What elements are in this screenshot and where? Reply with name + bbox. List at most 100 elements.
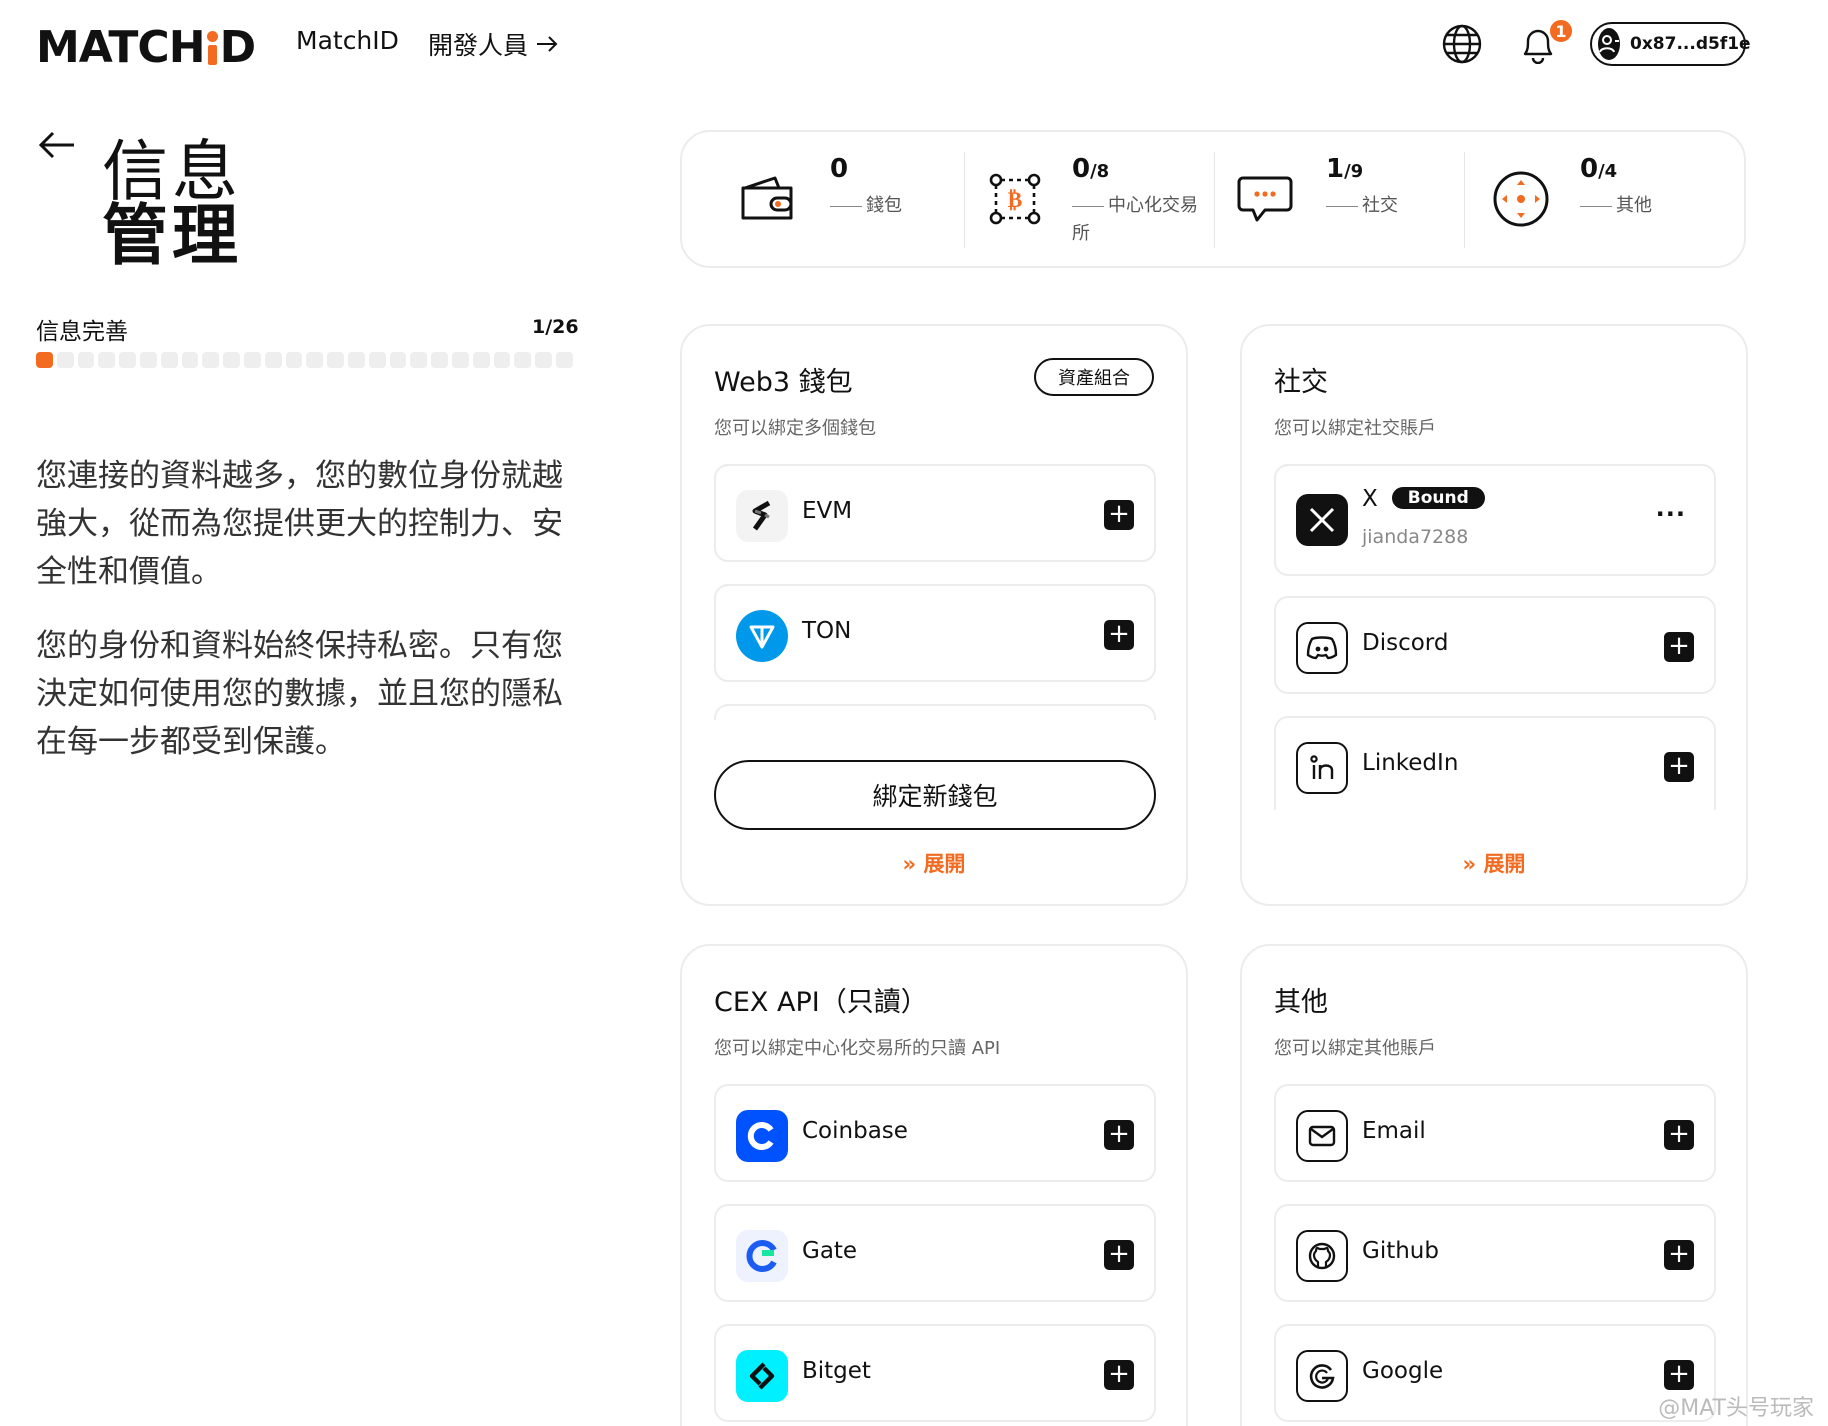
cex-name-coinbase: Coinbase bbox=[802, 1118, 908, 1144]
cex-row-gate[interactable]: Gate + bbox=[714, 1204, 1156, 1302]
add-bitget-button[interactable]: + bbox=[1104, 1360, 1134, 1390]
other-row-github[interactable]: Github + bbox=[1274, 1204, 1716, 1302]
logo-i-dot bbox=[206, 30, 218, 65]
add-discord-button[interactable]: + bbox=[1664, 632, 1694, 662]
chevron-double-down-icon: » bbox=[1462, 852, 1477, 876]
progress-segment bbox=[410, 352, 428, 368]
progress-segment bbox=[555, 352, 573, 368]
add-google-button[interactable]: + bbox=[1664, 1360, 1694, 1390]
progress-segment bbox=[202, 352, 220, 368]
add-email-button[interactable]: + bbox=[1664, 1120, 1694, 1150]
description-1: 您連接的資料越多，您的數位身份就越強大，從而為您提供更大的控制力、安全性和價值。 bbox=[36, 458, 563, 590]
coinbase-icon bbox=[736, 1110, 788, 1162]
social-expand-button[interactable]: » 展開 bbox=[1242, 848, 1746, 878]
web3-title: Web3 錢包 bbox=[714, 367, 853, 398]
progress-segment bbox=[514, 352, 532, 368]
web3-wallet-card: Web3 錢包 資產組合 您可以綁定多個錢包 EVM + TON + 綁定新錢包… bbox=[680, 324, 1188, 906]
progress-segment bbox=[56, 352, 74, 368]
chevron-double-down-icon: » bbox=[902, 852, 917, 876]
add-gate-button[interactable]: + bbox=[1104, 1240, 1134, 1270]
progress-segment bbox=[493, 352, 511, 368]
add-coinbase-button[interactable]: + bbox=[1104, 1120, 1134, 1150]
social-row-linkedin[interactable]: LinkedIn + bbox=[1274, 716, 1716, 810]
progress-segment bbox=[431, 352, 448, 368]
stats-panel: 0 錢包 ₿ 0/8 中心化交易所 1/9 社交 0/4 其他 bbox=[680, 130, 1746, 268]
notification-badge: 1 bbox=[1548, 18, 1574, 44]
bound-badge: Bound bbox=[1391, 487, 1485, 509]
progress-segment bbox=[389, 352, 407, 368]
social-expand-label: 展開 bbox=[1483, 852, 1526, 876]
other-row-email[interactable]: Email + bbox=[1274, 1084, 1716, 1182]
progress-segment bbox=[181, 352, 199, 368]
cex-row-coinbase[interactable]: Coinbase + bbox=[714, 1084, 1156, 1182]
cex-subtitle: 您可以綁定中心化交易所的只讀 API bbox=[714, 1038, 1001, 1059]
nav-developers[interactable]: 開發人員 bbox=[428, 26, 558, 62]
cex-name-gate: Gate bbox=[802, 1238, 858, 1264]
progress-segment bbox=[327, 352, 344, 368]
account-button[interactable]: 0x87...d5f1e bbox=[1590, 22, 1751, 66]
other-row-google[interactable]: Google + bbox=[1274, 1324, 1716, 1422]
description-2: 您的身份和資料始終保持私密。只有您決定如何使用您的數據，並且您的隱私在每一步都受… bbox=[36, 628, 563, 760]
social-subtitle: 您可以綁定社交賬戶 bbox=[1274, 418, 1436, 439]
move-icon bbox=[1488, 168, 1554, 230]
cex-name-bitget: Bitget bbox=[802, 1358, 871, 1384]
add-evm-button[interactable]: + bbox=[1104, 500, 1134, 530]
google-icon bbox=[1296, 1350, 1348, 1402]
stat-exchanges-num: 0 bbox=[1072, 154, 1091, 184]
other-subtitle: 您可以綁定其他賬戶 bbox=[1274, 1038, 1436, 1059]
wallet-icon bbox=[734, 168, 800, 230]
chat-icon bbox=[1232, 168, 1298, 230]
back-button[interactable] bbox=[38, 130, 76, 164]
progress-segment bbox=[243, 352, 261, 368]
progress-segment bbox=[451, 352, 469, 368]
cex-title: CEX API（只讀） bbox=[714, 987, 928, 1018]
arrow-left-icon bbox=[38, 131, 74, 159]
more-options-icon[interactable]: ··· bbox=[1656, 500, 1686, 528]
language-button[interactable] bbox=[1440, 22, 1484, 66]
social-name-discord: Discord bbox=[1362, 630, 1449, 656]
other-name-google: Google bbox=[1362, 1358, 1444, 1384]
page-title-line2: 管理 bbox=[102, 197, 242, 274]
stat-wallets[interactable]: 0 錢包 bbox=[734, 132, 964, 266]
other-name-email: Email bbox=[1362, 1118, 1426, 1144]
progress-bar bbox=[36, 352, 573, 368]
progress-segment bbox=[119, 352, 136, 368]
stat-wallets-label: 錢包 bbox=[830, 192, 902, 220]
add-linkedin-button[interactable]: + bbox=[1664, 752, 1694, 782]
cex-row-bitget[interactable]: Bitget + bbox=[714, 1324, 1156, 1422]
wallet-row-evm[interactable]: EVM + bbox=[714, 464, 1156, 562]
progress-segment bbox=[285, 352, 303, 368]
stat-exchanges[interactable]: ₿ 0/8 中心化交易所 bbox=[982, 132, 1212, 266]
wallet-row-partial bbox=[714, 704, 1156, 720]
user-avatar bbox=[1598, 28, 1620, 60]
add-ton-button[interactable]: + bbox=[1104, 620, 1134, 650]
progress-segment bbox=[98, 352, 116, 368]
linkedin-icon bbox=[1296, 742, 1348, 794]
add-github-button[interactable]: + bbox=[1664, 1240, 1694, 1270]
stat-other-den: /4 bbox=[1598, 161, 1618, 182]
social-title: 社交 bbox=[1274, 367, 1328, 398]
wallet-name-ton: TON bbox=[802, 618, 852, 644]
user-icon bbox=[1599, 35, 1619, 53]
exchange-icon: ₿ bbox=[982, 168, 1048, 230]
progress-segment bbox=[264, 352, 282, 368]
svg-text:₿: ₿ bbox=[1008, 188, 1023, 213]
github-icon bbox=[1296, 1230, 1348, 1282]
stat-other-label: 其他 bbox=[1580, 192, 1652, 220]
gate-icon bbox=[736, 1230, 788, 1282]
nav-matchid[interactable]: MatchID bbox=[296, 26, 399, 55]
notifications-button[interactable]: 1 bbox=[1516, 18, 1574, 66]
matchid-logo[interactable]: MATCH D bbox=[36, 22, 256, 73]
social-row-x[interactable]: X Bound jianda7288 ··· bbox=[1274, 464, 1716, 576]
web3-expand-button[interactable]: » 展開 bbox=[682, 848, 1186, 878]
discord-icon bbox=[1296, 622, 1348, 674]
stat-other[interactable]: 0/4 其他 bbox=[1488, 132, 1718, 266]
social-row-discord[interactable]: Discord + bbox=[1274, 596, 1716, 694]
portfolio-button[interactable]: 資產組合 bbox=[1034, 358, 1154, 396]
stat-social[interactable]: 1/9 社交 bbox=[1232, 132, 1462, 266]
progress-segment bbox=[535, 352, 552, 368]
bind-new-wallet-button[interactable]: 綁定新錢包 bbox=[714, 760, 1156, 830]
email-icon bbox=[1296, 1110, 1348, 1162]
other-accounts-card: 其他 您可以綁定其他賬戶 Email + Github + Google + bbox=[1240, 944, 1748, 1426]
wallet-row-ton[interactable]: TON + bbox=[714, 584, 1156, 682]
